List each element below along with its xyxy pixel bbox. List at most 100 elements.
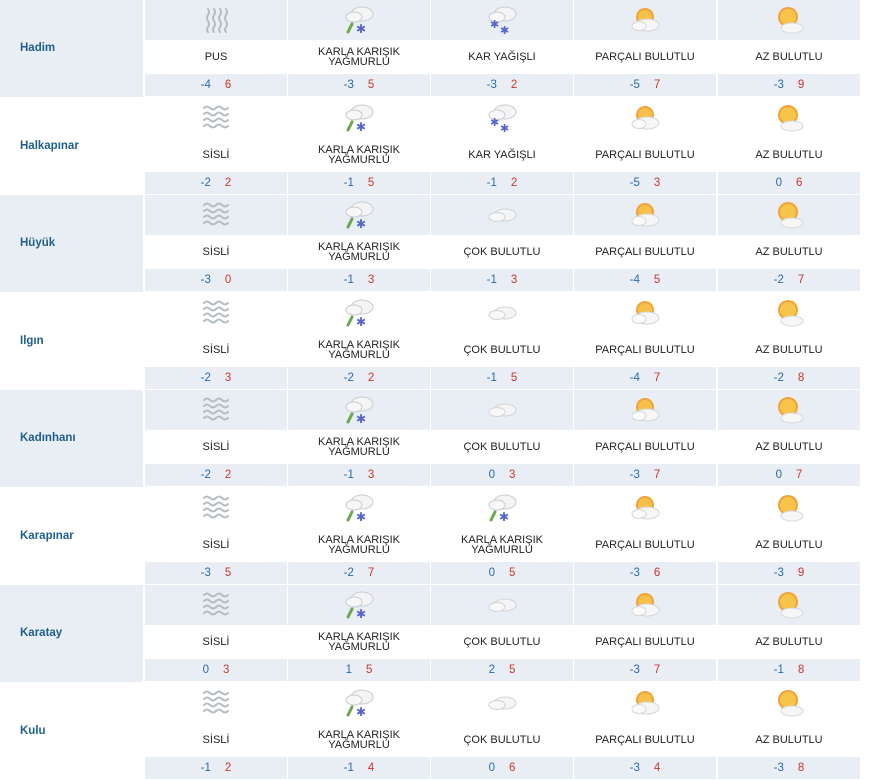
icon-band [718,488,860,528]
cloudy-icon [485,199,519,231]
temperature-range: -27 [288,562,430,584]
mostly-sunny-icon [772,199,806,231]
condition-label: ÇOK BULUTLU [431,235,573,269]
condition-label: PARÇALI BULUTLU [574,625,716,659]
icon-band [145,488,287,528]
temperature-range: -37 [574,464,716,486]
min-temp: -2 [774,372,784,384]
svg-text:✱: ✱ [356,120,366,134]
icon-band [574,683,716,723]
temperature-range: -39 [718,562,860,584]
min-temp: -2 [201,177,211,189]
icon-band [431,293,573,333]
mist-icon [199,199,233,231]
max-temp: 9 [798,79,804,91]
temperature-range: -13 [288,464,430,486]
svg-text:✱: ✱ [500,24,509,36]
svg-text:✱: ✱ [490,18,499,31]
min-temp: -3 [344,79,354,91]
forecast-cell: PARÇALI BULUTLU-47 [574,293,716,390]
svg-text:✱: ✱ [490,116,499,129]
temperature-range: -13 [431,269,573,291]
temperature-range: -32 [431,74,573,96]
forecast-table: Hadim PUS-46 ✱KARLA KARIŞIK YAĞMURLU-35 … [0,0,879,780]
mist-icon [199,102,233,134]
sleet-icon: ✱ [342,199,376,231]
temperature-range: 03 [145,659,287,681]
min-temp: -3 [201,567,211,579]
forecast-cell: PARÇALI BULUTLU-37 [574,585,716,682]
mostly-sunny-icon [772,492,806,524]
condition-label: SİSLİ [145,625,287,659]
icon-band [145,195,287,235]
forecast-cell: AZ BULUTLU-18 [718,585,860,682]
min-temp: -3 [487,79,497,91]
sleet-icon: ✱ [342,297,376,329]
min-temp: -3 [630,567,640,579]
condition-label: PARÇALI BULUTLU [574,138,716,172]
table-row: Karatay SİSLİ03 ✱KARLA KARIŞIK YAĞMURLU1… [0,585,879,683]
condition-label: AZ BULUTLU [718,40,860,74]
condition-label: AZ BULUTLU [718,138,860,172]
condition-label: AZ BULUTLU [718,430,860,464]
temperature-range: 06 [718,172,860,194]
sleet-icon: ✱ [342,4,376,36]
icon-band [574,390,716,430]
max-temp: 4 [368,762,374,774]
max-temp: 5 [225,567,231,579]
min-temp: -4 [201,79,211,91]
forecast-cell: ÇOK BULUTLU06 [431,683,573,780]
icon-band [431,390,573,430]
max-temp: 3 [225,372,231,384]
max-temp: 7 [654,469,660,481]
city-name: Hüyük [20,195,55,292]
max-temp: 7 [796,469,802,481]
table-row: Hüyük SİSLİ-30 ✱KARLA KARIŞIK YAĞMURLU-1… [0,195,879,293]
condition-label: AZ BULUTLU [718,625,860,659]
icon-band [718,683,860,723]
table-row: Ilgın SİSLİ-23 ✱KARLA KARIŞIK YAĞMURLU-2… [0,293,879,391]
min-temp: -2 [344,372,354,384]
snow-icon: ✱ ✱ [485,102,519,134]
city-name: Hadim [20,0,55,97]
icon-band: ✱ [288,195,430,235]
icon-band [145,0,287,40]
condition-label: AZ BULUTLU [718,723,860,757]
max-temp: 6 [796,177,802,189]
icon-band [574,98,716,138]
city-name: Karatay [20,585,62,682]
temperature-range: -22 [288,367,430,389]
max-temp: 8 [798,664,804,676]
temperature-range: -12 [431,172,573,194]
sleet-icon: ✱ [342,102,376,134]
icon-band: ✱ [288,585,430,625]
city-name: Karapınar [20,488,74,585]
min-temp: -1 [344,274,354,286]
condition-label: KARLA KARIŞIK YAĞMURLU [288,528,430,562]
condition-label: KARLA KARIŞIK YAĞMURLU [288,723,430,757]
max-temp: 5 [511,372,517,384]
icon-band: ✱ [431,488,573,528]
condition-label: KARLA KARIŞIK YAĞMURLU [288,138,430,172]
condition-label: KARLA KARIŞIK YAĞMURLU [288,333,430,367]
min-temp: -5 [630,79,640,91]
temperature-range: -12 [145,757,287,779]
max-temp: 2 [225,177,231,189]
mostly-sunny-icon [772,589,806,621]
max-temp: 2 [225,762,231,774]
icon-band [718,0,860,40]
partly-cloudy-icon [628,589,662,621]
max-temp: 5 [509,567,515,579]
icon-band: ✱ [288,683,430,723]
condition-label: KAR YAĞIŞLI [431,40,573,74]
forecast-cell: SİSLİ-22 [145,98,287,195]
icon-band [718,390,860,430]
partly-cloudy-icon [628,394,662,426]
forecast-cell: ✱ ✱ KAR YAĞIŞLI-32 [431,0,573,97]
forecast-cell: ✱KARLA KARIŞIK YAĞMURLU-35 [288,0,430,97]
temperature-range: -38 [718,757,860,779]
condition-label: PARÇALI BULUTLU [574,430,716,464]
icon-band: ✱ [288,488,430,528]
city-name: Ilgın [20,293,44,390]
min-temp: -1 [344,177,354,189]
